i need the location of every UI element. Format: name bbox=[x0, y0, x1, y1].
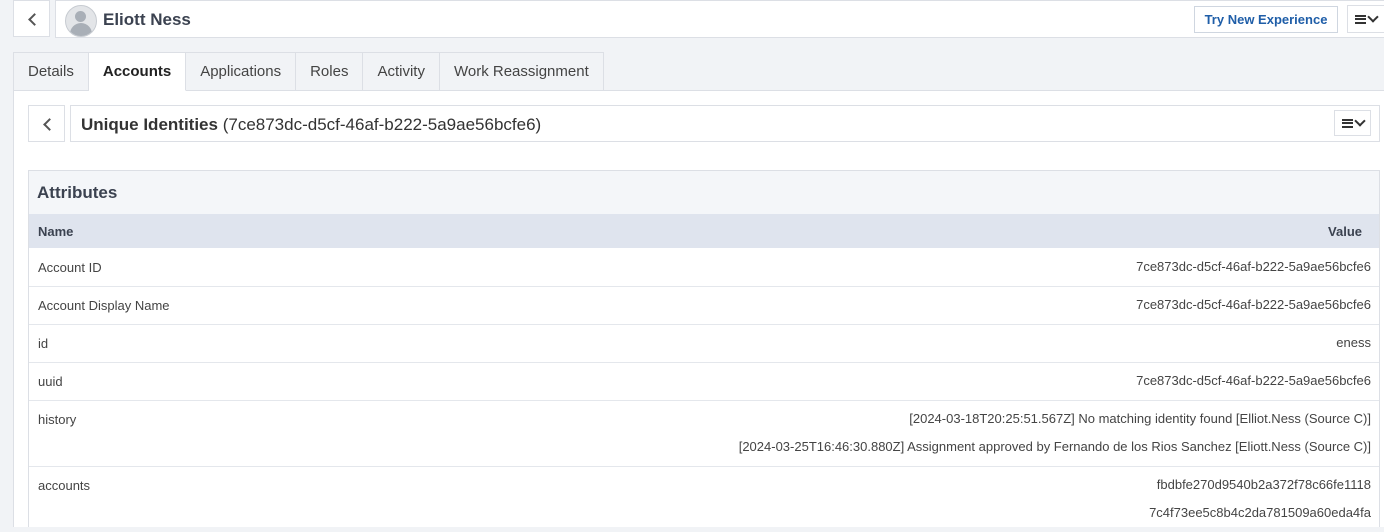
tab-details[interactable]: Details bbox=[13, 52, 89, 91]
value-line: 7ce873dc-d5cf-46af-b222-5a9ae56bcfe6 bbox=[1136, 259, 1371, 274]
chevron-left-icon bbox=[42, 119, 52, 129]
attribute-value: 7ce873dc-d5cf-46af-b222-5a9ae56bcfe6 bbox=[1136, 367, 1371, 395]
value-line: 7ce873dc-d5cf-46af-b222-5a9ae56bcfe6 bbox=[1136, 297, 1371, 312]
back-button[interactable] bbox=[13, 0, 50, 37]
attribute-name: accounts bbox=[38, 478, 91, 493]
account-back-button[interactable] bbox=[28, 105, 65, 142]
table-row: uuid 7ce873dc-d5cf-46af-b222-5a9ae56bcfe… bbox=[29, 362, 1379, 401]
value-line: fbdbfe270d9540b2a372f78c66fe1118 bbox=[1156, 477, 1371, 492]
chevron-left-icon bbox=[27, 14, 37, 24]
attribute-name: id bbox=[38, 336, 49, 351]
attribute-name: history bbox=[38, 412, 77, 427]
table-row: Account ID 7ce873dc-d5cf-46af-b222-5a9ae… bbox=[29, 248, 1379, 287]
account-menu-button[interactable] bbox=[1334, 110, 1371, 136]
attribute-value: [2024-03-18T20:25:51.567Z] No matching i… bbox=[739, 405, 1371, 461]
account-title: Unique Identities (7ce873dc-d5cf-46af-b2… bbox=[81, 115, 541, 135]
tab-activity[interactable]: Activity bbox=[363, 52, 440, 91]
identity-name: Eliott Ness bbox=[103, 10, 191, 29]
attribute-value: fbdbfe270d9540b2a372f78c66fe1118 7c4f73e… bbox=[1149, 471, 1371, 527]
attributes-panel: Attributes Name Value Account ID 7ce873d… bbox=[28, 170, 1380, 527]
value-line: 7ce873dc-d5cf-46af-b222-5a9ae56bcfe6 bbox=[1136, 373, 1371, 388]
account-id-text: (7ce873dc-d5cf-46af-b222-5a9ae56bcfe6) bbox=[222, 115, 542, 134]
tab-work-reassignment[interactable]: Work Reassignment bbox=[439, 52, 604, 91]
table-header: Name Value bbox=[29, 214, 1379, 248]
account-header: Unique Identities (7ce873dc-d5cf-46af-b2… bbox=[70, 105, 1380, 142]
tab-bar: Details Accounts Applications Roles Acti… bbox=[13, 52, 604, 91]
attribute-value: eness bbox=[1336, 329, 1371, 357]
tab-applications[interactable]: Applications bbox=[186, 52, 297, 91]
tab-accounts[interactable]: Accounts bbox=[88, 52, 187, 91]
attribute-name: Account ID bbox=[38, 260, 102, 275]
menu-dropdown-icon bbox=[1355, 11, 1379, 24]
try-new-experience-button[interactable]: Try New Experience bbox=[1194, 6, 1338, 33]
attributes-panel-header: Attributes bbox=[29, 171, 1379, 215]
attribute-value: 7ce873dc-d5cf-46af-b222-5a9ae56bcfe6 bbox=[1136, 253, 1371, 281]
attribute-name: Account Display Name bbox=[38, 298, 170, 313]
menu-dropdown-icon bbox=[1341, 115, 1366, 128]
tab-roles[interactable]: Roles bbox=[296, 52, 364, 91]
header-menu-button[interactable] bbox=[1347, 5, 1384, 33]
attribute-value: 7ce873dc-d5cf-46af-b222-5a9ae56bcfe6 bbox=[1136, 291, 1371, 319]
column-header-value: Value bbox=[1328, 224, 1362, 239]
table-row: accounts fbdbfe270d9540b2a372f78c66fe111… bbox=[29, 466, 1379, 532]
table-row: history [2024-03-18T20:25:51.567Z] No ma… bbox=[29, 400, 1379, 467]
value-line: 7c4f73ee5c8b4c2da781509a60eda4fa bbox=[1149, 505, 1371, 520]
attributes-title: Attributes bbox=[37, 183, 118, 202]
attribute-name: uuid bbox=[38, 374, 63, 389]
value-line: [2024-03-18T20:25:51.567Z] No matching i… bbox=[909, 411, 1371, 426]
identity-header: Eliott Ness bbox=[55, 0, 1384, 38]
value-line: eness bbox=[1336, 335, 1371, 350]
application-name: Unique Identities bbox=[81, 115, 218, 134]
value-line: [2024-03-25T16:46:30.880Z] Assignment ap… bbox=[738, 439, 1371, 454]
column-header-name: Name bbox=[38, 224, 74, 239]
table-row: id eness bbox=[29, 324, 1379, 363]
table-row: Account Display Name 7ce873dc-d5cf-46af-… bbox=[29, 286, 1379, 325]
user-avatar-icon bbox=[65, 5, 97, 37]
